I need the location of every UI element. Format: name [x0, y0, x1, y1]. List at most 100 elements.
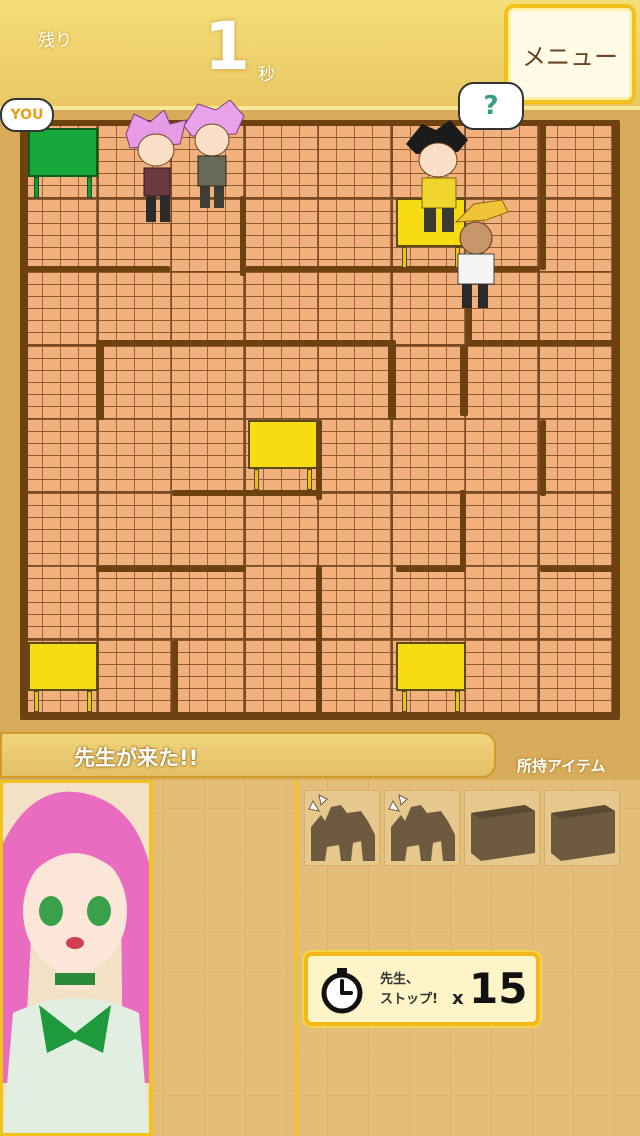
desk[interactable] — [28, 642, 98, 712]
floor-tile[interactable] — [24, 197, 98, 272]
stopwatch-icon — [321, 968, 363, 1014]
floor-tile[interactable] — [24, 491, 98, 566]
floor-tile[interactable] — [171, 271, 245, 345]
desk-leg — [307, 469, 312, 490]
floor-tile[interactable] — [538, 418, 613, 492]
floor-tile[interactable] — [538, 491, 613, 566]
desk-top — [28, 642, 98, 691]
floor-tile[interactable] — [24, 271, 98, 345]
floor-tile[interactable] — [171, 565, 245, 639]
floor-tile[interactable] — [244, 344, 319, 419]
crowd-silhouette-icon — [308, 794, 375, 861]
floor-tile[interactable] — [97, 565, 172, 639]
stop-label-line2: ストップ! — [380, 992, 438, 1007]
maze-wall — [460, 490, 466, 566]
floor-tile[interactable] — [97, 344, 172, 419]
floor-tile[interactable] — [318, 565, 392, 639]
maze-wall — [96, 340, 392, 346]
floor-tile[interactable] — [465, 565, 539, 639]
floor-tile[interactable] — [465, 418, 539, 492]
floor-tile[interactable] — [318, 418, 392, 492]
item-slot-1[interactable] — [304, 790, 380, 866]
panel-divider-left — [150, 780, 153, 1136]
floor-tile[interactable] — [97, 491, 172, 566]
message-bar: 先生が来た!! — [0, 732, 496, 778]
teacher-stop-button[interactable]: 先生、 ストップ! x 15 — [304, 952, 540, 1026]
floor-tile[interactable] — [24, 344, 98, 419]
maze-wall — [540, 420, 546, 496]
seconds-unit: 秒 — [258, 65, 275, 85]
teacher-character — [454, 199, 509, 308]
floor-tile[interactable] — [538, 197, 613, 272]
desk-leg — [34, 177, 39, 198]
floor-tile[interactable] — [538, 124, 613, 198]
you-badge: YOU — [0, 98, 54, 132]
floor-tile[interactable] — [538, 638, 613, 713]
maze-wall — [20, 266, 170, 272]
maze-wall — [612, 120, 620, 720]
remaining-time-value: 1 — [204, 8, 250, 85]
item-slot-4[interactable] — [544, 790, 620, 866]
desk-leg — [402, 247, 407, 268]
box-silhouette-icon — [471, 805, 535, 861]
floor-tile[interactable] — [538, 565, 613, 639]
floor-tile[interactable] — [244, 565, 319, 639]
floor-tile[interactable] — [318, 491, 392, 566]
desk-leg — [254, 469, 259, 490]
floor-tile[interactable] — [318, 197, 392, 272]
maze-wall — [540, 120, 546, 270]
floor-tile[interactable] — [318, 638, 392, 713]
floor-tile[interactable] — [244, 124, 319, 198]
desk[interactable] — [396, 642, 466, 712]
maze-wall — [96, 566, 246, 572]
maze-wall — [388, 340, 396, 420]
maze-wall — [466, 340, 616, 346]
floor-tile[interactable] — [318, 271, 392, 345]
floor-tile[interactable] — [244, 638, 319, 713]
heroine-illustration — [3, 783, 149, 1133]
stop-count: 15 — [469, 964, 528, 1013]
desk-leg — [87, 691, 92, 712]
floor-tile[interactable] — [97, 638, 172, 713]
question-icon: ? — [458, 82, 524, 130]
floor-tile[interactable] — [465, 638, 539, 713]
floor-tile[interactable] — [465, 491, 539, 566]
floor-tile[interactable] — [318, 344, 392, 419]
floor-tile[interactable] — [171, 418, 245, 492]
floor-tile[interactable] — [171, 491, 245, 566]
floor-tile[interactable] — [538, 271, 613, 345]
floor-tile[interactable] — [97, 418, 172, 492]
item-slot-3[interactable] — [464, 790, 540, 866]
maze-wall — [20, 120, 28, 720]
floor-tile[interactable] — [24, 418, 98, 492]
floor-tile[interactable] — [465, 124, 539, 198]
box-silhouette-icon — [551, 805, 615, 861]
desk-top — [396, 642, 466, 691]
maze-wall — [396, 566, 466, 572]
floor-tile[interactable] — [97, 271, 172, 345]
player-desk[interactable] — [28, 128, 98, 198]
floor-tile[interactable] — [391, 344, 466, 419]
floor-tile[interactable] — [391, 491, 466, 566]
floor-tile[interactable] — [244, 271, 319, 345]
desk-top — [248, 420, 318, 469]
maze-wall — [540, 566, 616, 572]
floor-tile[interactable] — [391, 565, 466, 639]
menu-button[interactable]: メニュー — [504, 4, 636, 104]
floor-tile[interactable] — [171, 638, 245, 713]
maze-wall — [172, 490, 322, 496]
desk-top — [28, 128, 98, 177]
item-slot-2[interactable] — [384, 790, 460, 866]
remaining-label: 残り — [38, 31, 72, 51]
floor-tile[interactable] — [465, 344, 539, 419]
floor-tile[interactable] — [538, 344, 613, 419]
floor-tile[interactable] — [244, 491, 319, 566]
desk-leg — [402, 691, 407, 712]
floor-tile[interactable] — [171, 344, 245, 419]
floor-tile[interactable] — [24, 565, 98, 639]
student-purple-2 — [183, 100, 245, 208]
floor-tile[interactable] — [318, 124, 392, 198]
floor-tile[interactable] — [391, 418, 466, 492]
floor-tile[interactable] — [244, 197, 319, 272]
desk[interactable] — [248, 420, 318, 490]
